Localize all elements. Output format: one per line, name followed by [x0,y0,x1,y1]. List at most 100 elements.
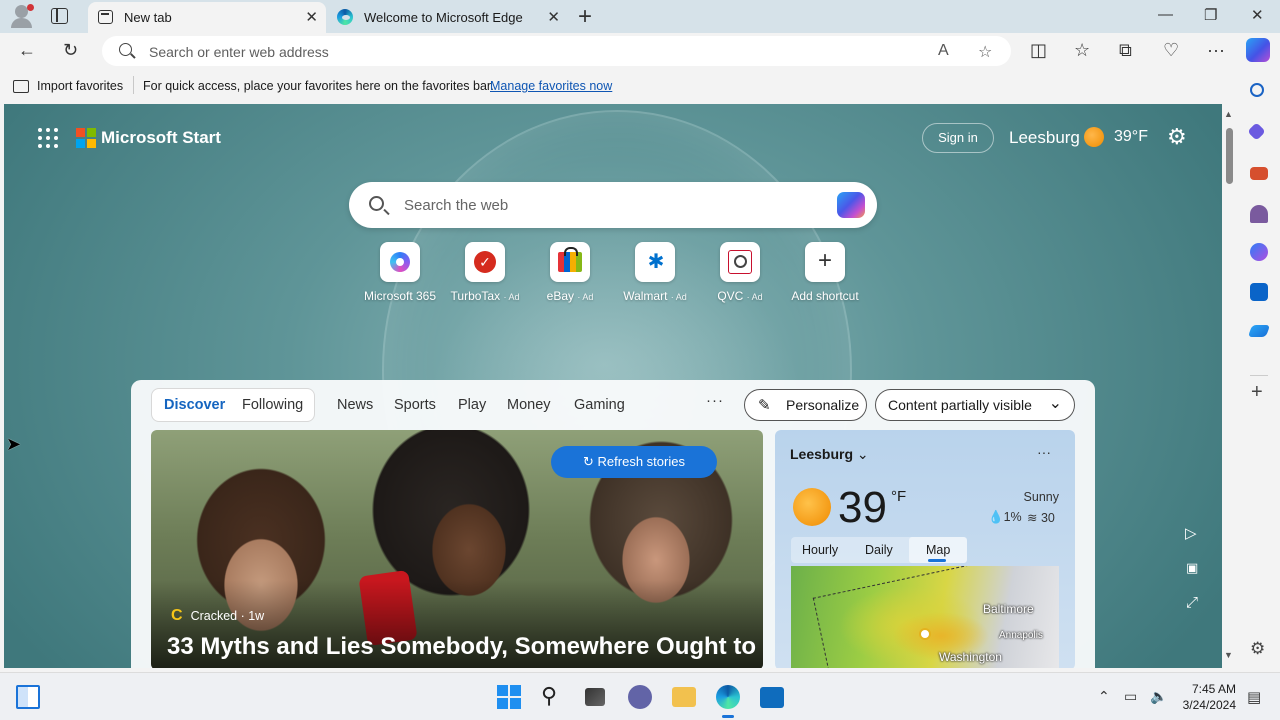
map-label-baltimore: Baltimore [983,602,1034,616]
split-screen-icon[interactable]: ◫ [1030,40,1047,61]
tab-following[interactable]: Following [242,397,303,413]
drop-icon[interactable] [1247,325,1271,337]
manage-favorites-link[interactable]: Manage favorites now [490,79,612,93]
address-bar[interactable]: Search or enter web address A ☆ [102,36,1011,66]
weather-tab-daily[interactable]: Daily [865,543,893,557]
file-explorer-icon[interactable] [672,687,696,707]
shortcut-ebay[interactable]: eBay · Ad [525,242,615,303]
browser-essentials-icon[interactable]: ♡ [1163,40,1179,61]
add-sidebar-app-icon[interactable]: + [1251,381,1263,404]
more-tabs-button[interactable]: ··· [706,392,724,409]
scroll-down-arrow-icon[interactable]: ▼ [1224,650,1233,660]
background-image-icon[interactable]: ▣ [1186,560,1198,576]
import-favorites-button[interactable]: Import favorites [13,79,123,93]
sun-icon [1084,127,1104,147]
shortcut-microsoft-365[interactable]: Microsoft 365 [355,242,445,303]
content-visibility-label: Content partially visible [888,397,1032,413]
precip-value: 1% [1003,510,1022,524]
tab-discover[interactable]: Discover [164,397,225,413]
expand-icon[interactable]: ⤢ [1186,594,1198,611]
wind-icon: ≋ [1027,511,1038,525]
story-source: C Cracked · 1w [171,607,264,625]
task-view-icon[interactable] [585,688,605,706]
hero-story-card[interactable]: ↻ Refresh stories C Cracked · 1w 33 Myth… [151,430,763,668]
weather-condition: Sunny [1023,490,1059,504]
tab-money[interactable]: Money [507,397,551,413]
page-settings-icon[interactable]: ⚙ [1167,124,1187,150]
favorites-bar: Import favorites For quick access, place… [0,69,1280,103]
weather-card[interactable]: Leesburg ⌄ ··· 39 °F Sunny 💧1% ≋ 30 Hour… [775,430,1075,668]
favorites-icon[interactable]: ☆ [1074,40,1090,61]
content-visibility-dropdown[interactable]: Content partially visible ⌄ [875,389,1075,421]
refresh-label: Refresh stories [597,454,685,469]
story-headline[interactable]: 33 Myths and Lies Somebody, Somewhere Ou… [167,633,756,661]
minimize-button[interactable]: — [1158,6,1173,23]
play-background-icon[interactable]: ▷ [1185,524,1197,542]
copilot-icon[interactable] [1246,38,1270,62]
notifications-icon[interactable]: ▤ [1247,688,1261,706]
show-hidden-icons-chevron[interactable]: ⌃ [1098,688,1110,705]
network-icon[interactable]: ▭ [1124,688,1137,705]
weather-location[interactable]: Leesburg ⌄ [790,446,869,463]
weather-tab-map[interactable]: Map [926,543,950,557]
tab-welcome-edge[interactable]: Welcome to Microsoft Edge ✕ [328,2,568,33]
app-launcher-icon[interactable] [38,128,58,148]
chat-icon[interactable] [628,685,652,709]
weather-radar-map[interactable]: Baltimore Annapolis Washington [791,566,1059,668]
brand-title[interactable]: Microsoft Start [101,128,221,148]
ad-tag: · Ad [746,292,763,302]
sidebar-settings-icon[interactable]: ⚙ [1250,639,1265,659]
games-icon[interactable] [1250,205,1268,223]
web-search-box[interactable]: Search the web [349,182,877,228]
collections-icon[interactable]: ⧉ [1119,40,1132,61]
restore-button[interactable]: ❐ [1204,6,1217,24]
shortcut-qvc[interactable]: QVC · Ad [695,242,785,303]
tab-play[interactable]: Play [458,397,486,413]
header-weather-temp[interactable]: 39°F [1114,128,1148,146]
shortcut-walmart[interactable]: ✱ Walmart · Ad [610,242,700,303]
favorites-divider [133,76,134,94]
widgets-icon[interactable] [16,685,40,709]
personalize-button[interactable]: ✎ Personalize [744,389,867,421]
scroll-up-arrow-icon[interactable]: ▲ [1224,109,1233,119]
profile-icon[interactable] [9,4,35,28]
search-icon[interactable]: ⚲ [541,685,565,709]
shortcut-add[interactable]: + Add shortcut [780,242,870,303]
clock[interactable]: 7:45 AM 3/24/2024 [1176,681,1236,713]
weather-more-button[interactable]: ··· [1037,444,1051,460]
shopping-tag-icon[interactable] [1247,122,1266,141]
cracked-logo-icon: C [171,607,183,624]
tab-new-tab[interactable]: New tab ✕ [88,2,326,33]
tab-actions-icon[interactable] [51,8,68,24]
shortcut-turbotax[interactable]: ✓ TurboTax · Ad [440,242,530,303]
tab-gaming[interactable]: Gaming [574,397,625,413]
search-icon[interactable] [1250,83,1264,97]
read-aloud-icon[interactable]: A [938,42,949,60]
new-tab-button[interactable]: + [578,3,592,31]
microsoft-365-icon[interactable] [1250,243,1268,261]
weather-tab-hourly[interactable]: Hourly [802,543,838,557]
scroll-thumb[interactable] [1226,128,1233,184]
back-button[interactable]: ← [18,40,36,61]
refresh-stories-button[interactable]: ↻ Refresh stories [551,446,717,478]
outlook-icon[interactable] [1250,283,1268,301]
tab-news[interactable]: News [337,397,373,413]
favorite-star-icon[interactable]: ☆ [978,42,992,62]
close-tab-icon[interactable]: ✕ [305,8,318,26]
close-window-button[interactable]: ✕ [1251,6,1264,24]
store-icon[interactable] [760,687,784,708]
refresh-button[interactable]: ↻ [63,40,78,61]
volume-muted-icon[interactable]: 🔈 [1150,688,1167,705]
tab-sports[interactable]: Sports [394,397,436,413]
edge-taskbar-icon[interactable] [716,685,740,718]
tools-icon[interactable] [1250,167,1268,180]
close-tab-icon[interactable]: ✕ [547,8,560,26]
tab-label: New tab [124,10,172,25]
start-button[interactable] [497,685,521,709]
header-weather-city[interactable]: Leesburg [1009,128,1080,148]
settings-more-icon[interactable]: ··· [1207,40,1225,61]
chevron-down-icon: ⌄ [856,446,869,462]
page-scrollbar[interactable]: ▲ ▼ [1222,104,1236,668]
sign-in-button[interactable]: Sign in [922,123,994,153]
copilot-icon[interactable] [837,192,865,218]
